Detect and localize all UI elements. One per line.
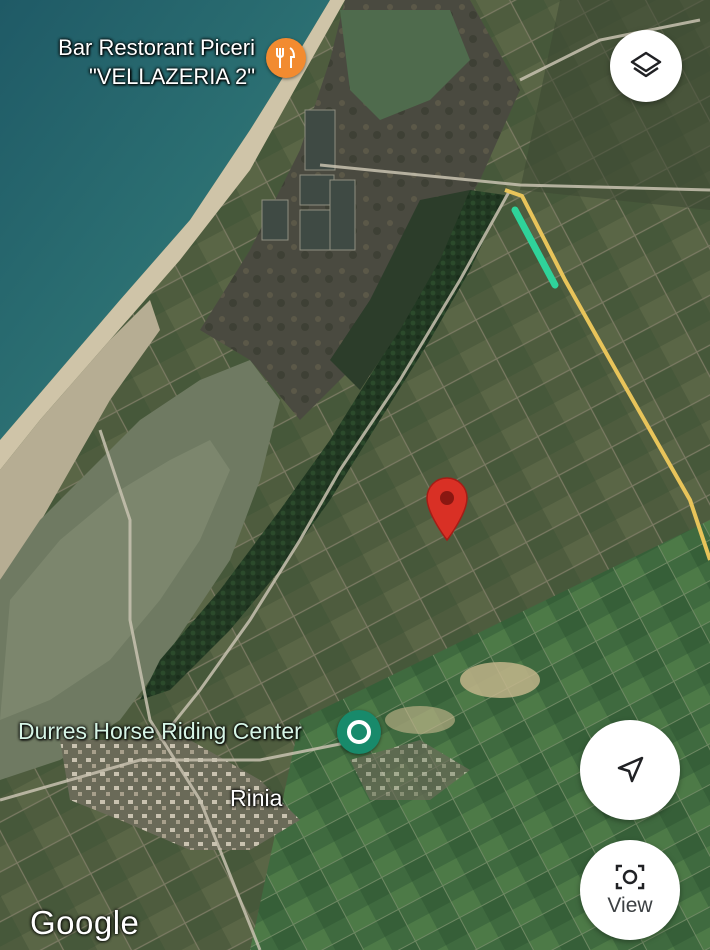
view-button[interactable]: View <box>580 840 680 940</box>
camera-view-icon <box>615 864 645 890</box>
google-attribution: Google <box>30 904 140 941</box>
view-button-label: View <box>607 894 653 917</box>
layers-icon <box>630 51 662 78</box>
layers-button[interactable] <box>610 30 682 102</box>
poi-restaurant-name-line1: Bar Restorant Piceri <box>58 35 255 60</box>
locality-label: Rinia <box>230 785 283 811</box>
park-pin-icon[interactable] <box>337 710 381 754</box>
poi-restaurant-name-line2: "VELLAZERIA 2" <box>88 64 255 89</box>
red-location-pin-icon[interactable] <box>424 476 470 542</box>
my-location-button[interactable] <box>580 720 680 820</box>
fork-knife-icon[interactable] <box>266 38 306 78</box>
navigation-arrow-icon <box>617 756 644 783</box>
poi-restaurant-label[interactable]: Bar Restorant Piceri "VELLAZERIA 2" <box>30 33 255 91</box>
poi-horse-label[interactable]: Durres Horse Riding Center <box>18 718 302 745</box>
